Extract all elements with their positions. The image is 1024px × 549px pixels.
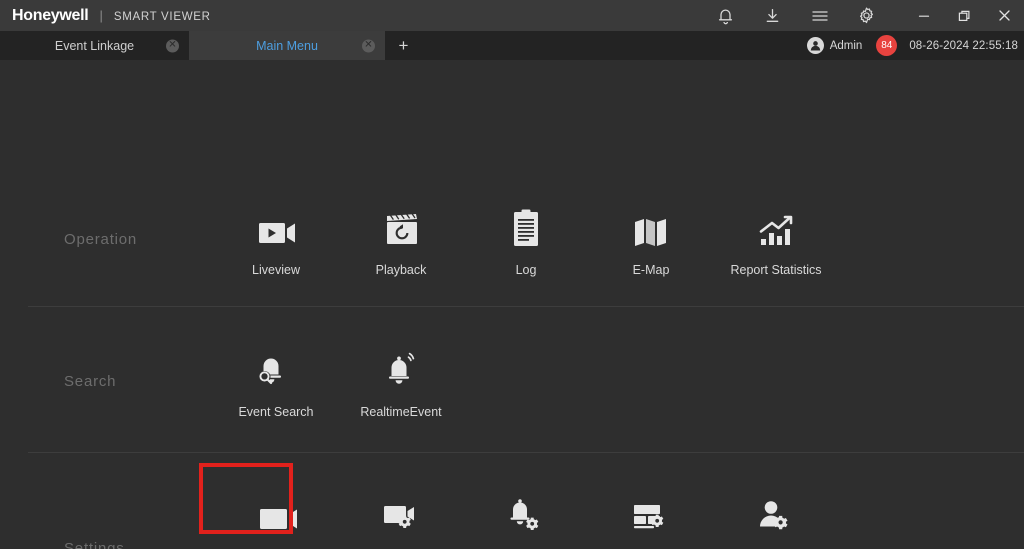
tab-label: Main Menu xyxy=(256,38,318,53)
tab-bar-status: Admin 84 08-26-2024 22:55:18 xyxy=(806,31,1024,60)
maximize-button[interactable] xyxy=(944,0,984,31)
event-search-bell-magnifier-icon xyxy=(254,346,298,392)
tile-report-statistics[interactable]: Report Statistics xyxy=(721,204,831,277)
brand: Honeywell | SMART VIEWER xyxy=(0,7,211,25)
devices-camera-icon xyxy=(251,489,301,535)
honeywell-logo: Honeywell xyxy=(12,6,89,24)
playback-clapperboard-icon xyxy=(378,204,424,250)
minimize-button[interactable] xyxy=(904,0,944,31)
tile-event-linkage[interactable]: Event Linkage xyxy=(471,489,581,549)
log-clipboard-icon xyxy=(509,204,543,250)
tile-label: Playback xyxy=(375,263,427,277)
tile-log[interactable]: Log xyxy=(471,204,581,277)
realtime-event-bell-icon xyxy=(381,346,421,392)
tab-event-linkage[interactable]: Event Linkage ✕ xyxy=(0,31,189,60)
add-tab-button[interactable]: + xyxy=(385,31,422,60)
tab-close-icon[interactable]: ✕ xyxy=(166,39,179,52)
layout-panes-gear-icon xyxy=(628,489,674,535)
tile-liveview[interactable]: Liveview xyxy=(221,204,331,277)
section-label-search: Search xyxy=(64,373,117,390)
tile-label: RealtimeEvent xyxy=(360,405,442,419)
product-name: SMART VIEWER xyxy=(113,10,211,23)
event-linkage-bell-gear-icon xyxy=(504,489,548,535)
section-label-operation: Operation xyxy=(64,231,138,248)
menu-hamburger-icon[interactable] xyxy=(796,0,843,31)
avatar xyxy=(806,37,824,54)
section-label-settings: Settings xyxy=(64,540,125,549)
brand-separator: | xyxy=(99,7,103,23)
tile-devices[interactable]: Devices xyxy=(199,463,331,549)
tile-playback[interactable]: Playback xyxy=(346,204,456,277)
device-config-camera-gear-icon xyxy=(377,489,425,535)
tile-label: Report Statistics xyxy=(730,263,822,277)
close-button[interactable] xyxy=(984,0,1024,31)
tile-device-config[interactable]: Device Config xyxy=(346,489,456,549)
tile-layout[interactable]: Layout xyxy=(596,489,706,549)
tile-label: Log xyxy=(515,263,537,277)
tile-label: Event Search xyxy=(238,405,314,419)
download-icon[interactable] xyxy=(749,0,796,31)
datetime-display: 08-26-2024 22:55:18 xyxy=(909,39,1018,52)
tile-label: Liveview xyxy=(252,263,300,277)
tab-close-icon[interactable]: ✕ xyxy=(362,39,375,52)
divider-search-settings xyxy=(28,452,1024,453)
divider-operation-search xyxy=(28,306,1024,307)
users-person-gear-icon xyxy=(755,489,797,535)
user-name: Admin xyxy=(829,39,863,52)
settings-gear-icon[interactable] xyxy=(843,0,890,31)
tile-realtime-event[interactable]: RealtimeEvent xyxy=(346,346,456,419)
emap-folded-map-icon xyxy=(631,204,671,250)
tile-label: E-Map xyxy=(632,263,670,277)
notification-bell-icon[interactable] xyxy=(702,0,749,31)
tile-users[interactable]: Users xyxy=(721,489,831,549)
tab-bar: Event Linkage ✕ Main Menu ✕ + Admin 84 0… xyxy=(0,31,1024,60)
title-bar: Honeywell | SMART VIEWER xyxy=(0,0,1024,31)
tile-emap[interactable]: E-Map xyxy=(596,204,706,277)
status-badge[interactable]: 84 xyxy=(876,35,898,56)
title-bar-actions xyxy=(702,0,1024,31)
main-menu-body: Operation Liveview Playback Log E-Map Re… xyxy=(0,60,1024,549)
tile-event-search[interactable]: Event Search xyxy=(221,346,331,419)
tab-main-menu[interactable]: Main Menu ✕ xyxy=(189,31,385,60)
tab-label: Event Linkage xyxy=(54,38,135,53)
user-chip[interactable]: Admin xyxy=(806,37,863,54)
liveview-camera-icon xyxy=(251,204,301,250)
report-statistics-chart-icon xyxy=(756,204,796,250)
